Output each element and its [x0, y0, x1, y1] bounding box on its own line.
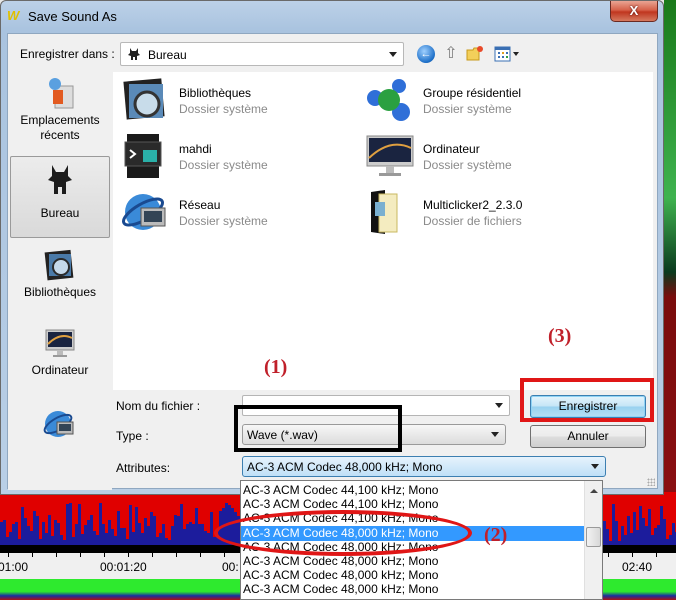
annotation-box-save	[520, 378, 654, 422]
scrollbar-thumb[interactable]	[586, 527, 601, 547]
timeline-tick	[200, 553, 201, 557]
new-folder-icon[interactable]	[466, 45, 484, 63]
file-item-computer[interactable]: Ordinateur Dossier système	[359, 130, 599, 184]
network-icon	[122, 194, 166, 230]
filename-label: Nom du fichier :	[116, 399, 201, 413]
file-type: Dossier système	[179, 214, 268, 228]
dropdown-option[interactable]: AC-3 ACM Codec 44,100 kHz; Mono	[241, 483, 585, 498]
chevron-down-icon	[491, 432, 499, 437]
annotation-box-type	[234, 405, 402, 452]
timeline-tick	[656, 553, 657, 557]
save-in-label: Enregistrer dans :	[20, 47, 115, 61]
place-libraries[interactable]: Bibliothèques	[10, 248, 110, 314]
file-item-homegroup[interactable]: Groupe résidentiel Dossier système	[359, 74, 599, 128]
file-type: Dossier de fichiers	[423, 214, 522, 228]
folder-icon	[371, 190, 398, 234]
file-name: Multiclicker2_2.3.0	[423, 198, 523, 212]
file-item-multiclicker[interactable]: Multiclicker2_2.3.0 Dossier de fichiers	[359, 186, 599, 240]
annotation-ellipse-selected-option	[214, 510, 472, 556]
views-menu-icon[interactable]	[494, 45, 522, 63]
resize-grip[interactable]	[647, 478, 655, 486]
user-folder-icon	[124, 134, 162, 178]
desktop-icon	[128, 48, 140, 60]
back-icon[interactable]: ←	[417, 45, 435, 63]
file-name: mahdi	[179, 142, 212, 156]
file-item-mahdi[interactable]: mahdi Dossier système	[115, 130, 355, 184]
close-button[interactable]: X	[610, 1, 658, 22]
timeline-tick	[8, 553, 9, 557]
recent-places-icon	[49, 78, 74, 109]
timeline-tick	[152, 553, 153, 557]
timeline-tick	[608, 553, 609, 557]
timeline-tick	[56, 553, 57, 557]
place-label: Emplacements récents	[20, 113, 100, 142]
place-network[interactable]	[10, 408, 110, 452]
computer-icon	[366, 135, 414, 176]
file-list[interactable]: Bibliothèques Dossier système Groupe rés…	[113, 72, 653, 390]
dropdown-option[interactable]: AC-3 ACM Codec 48,000 kHz; Mono	[241, 568, 585, 583]
desktop-icon	[48, 165, 72, 194]
libraries-icon	[44, 249, 74, 281]
place-recent[interactable]: Emplacements récents	[10, 76, 110, 150]
app-logo-icon: W	[7, 8, 19, 23]
annotation-step-2: (2)	[484, 524, 508, 546]
attributes-select[interactable]: AC-3 ACM Codec 48,000 kHz; Mono	[242, 456, 606, 477]
timeline-tick	[176, 553, 177, 557]
attributes-label: Attributes:	[116, 461, 171, 475]
chevron-down-icon	[389, 52, 397, 57]
timeline-tick	[104, 553, 105, 557]
file-name: Bibliothèques	[179, 86, 252, 100]
timeline-tick	[80, 553, 81, 557]
save-in-combo[interactable]: Bureau	[120, 42, 404, 66]
window-title: Save Sound As	[28, 9, 117, 24]
chevron-down-icon[interactable]	[495, 403, 503, 408]
network-icon	[43, 411, 74, 437]
timeline-tick	[632, 553, 633, 557]
dropdown-option[interactable]: AC-3 ACM Codec 48,000 kHz; Mono	[241, 582, 585, 597]
file-item-libraries[interactable]: Bibliothèques Dossier système	[115, 74, 355, 128]
time-label: 00:01:20	[100, 560, 147, 574]
homegroup-icon	[367, 79, 410, 121]
background-window-edge	[664, 0, 676, 495]
cancel-button[interactable]: Annuler	[530, 425, 646, 448]
up-folder-icon[interactable]: ⇧	[442, 45, 460, 63]
file-type: Dossier système	[423, 102, 512, 116]
timeline-tick	[128, 553, 129, 557]
file-item-network[interactable]: Réseau Dossier système	[115, 186, 355, 240]
scroll-up-icon[interactable]	[590, 489, 598, 493]
place-computer[interactable]: Ordinateur	[10, 326, 110, 392]
dropdown-option[interactable]: AC-3 ACM Codec 48,000 kHz; Mono	[241, 554, 585, 569]
places-bar: Emplacements récents Bureau Bibliothèque…	[8, 72, 112, 490]
dropdown-option[interactable]: AC-3 ACM Codec 44,100 kHz; Mono	[241, 497, 585, 512]
dropdown-scrollbar[interactable]	[584, 481, 602, 599]
file-type: Dossier système	[179, 158, 268, 172]
attributes-value: AC-3 ACM Codec 48,000 kHz; Mono	[247, 460, 443, 474]
file-type: Dossier système	[423, 158, 512, 172]
file-type: Dossier système	[179, 102, 268, 116]
place-desktop[interactable]: Bureau	[10, 156, 110, 238]
timeline-tick	[224, 553, 225, 557]
time-label: 02:40	[622, 560, 653, 574]
file-name: Ordinateur	[423, 142, 480, 156]
type-label: Type :	[116, 429, 149, 443]
annotation-step-3: (3)	[548, 325, 572, 347]
libraries-icon	[123, 78, 165, 120]
title-bar[interactable]: W Save Sound As X	[1, 1, 663, 31]
computer-icon	[45, 329, 75, 357]
file-name: Réseau	[179, 198, 221, 212]
save-in-value: Bureau	[148, 48, 187, 62]
time-label: 01:00	[0, 560, 29, 574]
time-label: 00:	[222, 560, 239, 574]
place-label: Ordinateur	[31, 363, 89, 377]
place-label: Bureau	[40, 206, 80, 220]
annotation-step-1: (1)	[264, 356, 288, 378]
place-label: Bibliothèques	[23, 285, 97, 299]
file-name: Groupe résidentiel	[423, 86, 522, 100]
timeline-tick	[32, 553, 33, 557]
chevron-down-icon	[591, 464, 599, 469]
